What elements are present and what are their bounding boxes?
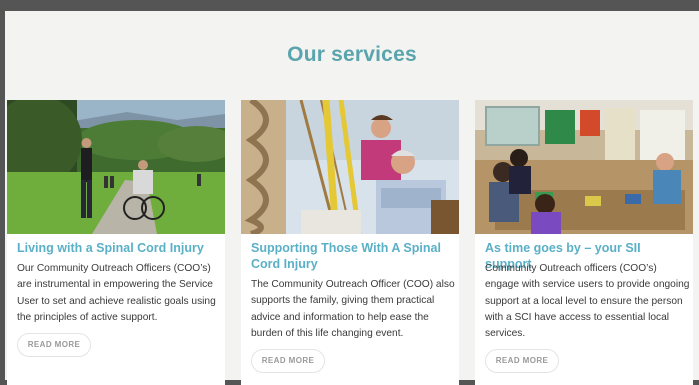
card-title[interactable]: Living with a Spinal Cord Injury — [17, 240, 222, 256]
services-section: Our services Living with a Spinal Cord I… — [5, 11, 699, 385]
read-more-button[interactable]: READ MORE — [17, 333, 91, 357]
card-description: Our Community Outreach Officers (COO’s) … — [17, 263, 216, 323]
card-description: The Community Outreach Officer (COO) als… — [251, 279, 455, 339]
read-more-button[interactable]: READ MORE — [251, 349, 325, 373]
service-image-park-path[interactable] — [7, 100, 225, 234]
section-title: Our services — [287, 43, 417, 66]
service-image-workshop[interactable] — [475, 100, 693, 234]
service-card-time: As time goes by – your SII support Commu… — [475, 100, 693, 385]
card-description: Community Outreach officers (COO’s) enga… — [485, 263, 690, 340]
read-more-button[interactable]: READ MORE — [485, 349, 559, 373]
service-card-living: Living with a Spinal Cord Injury Our Com… — [7, 100, 225, 385]
card-title[interactable]: Supporting Those With A Spinal Cord Inju… — [251, 240, 456, 272]
service-card-supporting: Supporting Those With A Spinal Cord Inju… — [241, 100, 459, 385]
service-image-family-sailing[interactable] — [241, 100, 459, 234]
